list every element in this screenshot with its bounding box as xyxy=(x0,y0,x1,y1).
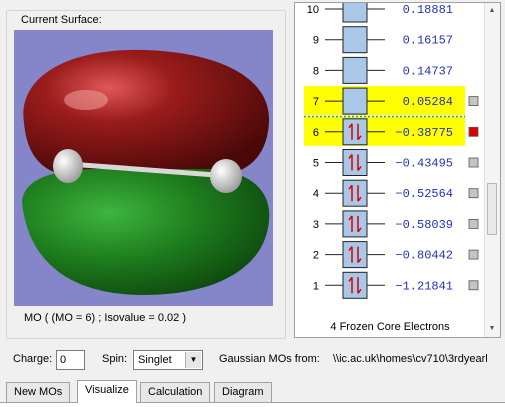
level-index: 10 xyxy=(307,4,319,16)
level-index: 4 xyxy=(313,188,319,200)
mo-level[interactable]: 6 −0.38775 xyxy=(304,116,479,146)
spin-value: Singlet xyxy=(138,354,172,366)
mo-energy-diagram: 10 0.18881 9 0.16157 8 0.14737 7 0.05284 6 −0.387… xyxy=(294,2,501,338)
scroll-down-icon[interactable]: ▼ xyxy=(488,324,496,334)
orbital-box xyxy=(342,149,368,176)
select-marker-icon[interactable] xyxy=(468,249,479,260)
orbital-box xyxy=(342,3,368,23)
source-path: \\ic.ac.uk\homes\cv710\3rdyearl xyxy=(333,353,488,365)
controls-row: Charge: Spin: Singlet ▼ Gaussian MOs fro… xyxy=(0,350,505,372)
tab-new-mos[interactable]: New MOs xyxy=(6,382,71,402)
chevron-down-icon[interactable]: ▼ xyxy=(185,352,201,368)
spin-select[interactable]: Singlet ▼ xyxy=(133,350,203,370)
tab-body xyxy=(0,403,505,407)
charge-input[interactable] xyxy=(56,350,85,370)
orbital-box xyxy=(342,241,368,269)
orbital-box xyxy=(342,179,368,207)
select-marker-icon[interactable] xyxy=(468,157,479,168)
tab-diagram[interactable]: Diagram xyxy=(214,382,272,402)
level-index: 1 xyxy=(313,280,319,292)
level-energy: 0.14737 xyxy=(403,64,453,78)
mo-level[interactable]: 9 0.16157 xyxy=(313,26,453,54)
orbital-box xyxy=(342,87,368,115)
tab-visualize[interactable]: Visualize xyxy=(77,380,137,403)
level-energy: −0.52564 xyxy=(395,187,453,201)
select-marker-icon[interactable] xyxy=(468,280,479,291)
level-index: 7 xyxy=(313,96,319,108)
tab-bar: New MOs Visualize Calculation Diagram xyxy=(0,380,505,407)
level-index: 3 xyxy=(313,219,319,231)
mo-level[interactable]: 7 0.05284 xyxy=(304,86,479,116)
select-marker-icon[interactable] xyxy=(468,96,479,106)
lobe-highlight xyxy=(64,90,108,110)
select-marker-icon[interactable] xyxy=(468,126,479,137)
scroll-up-icon[interactable]: ▲ xyxy=(488,6,496,16)
mo-level[interactable]: 4 −0.52564 xyxy=(313,179,479,207)
level-index: 5 xyxy=(313,158,319,170)
source-label: Gaussian MOs from: xyxy=(219,353,320,365)
mo-caption: MO ( (MO = 6) ; Isovalue = 0.02 ) xyxy=(24,312,186,324)
orbital-box xyxy=(342,26,368,54)
orbital-box xyxy=(342,56,368,84)
level-energy: 0.05284 xyxy=(403,95,453,109)
level-energy: −0.58039 xyxy=(395,218,453,232)
mo-level[interactable]: 1 −1.21841 xyxy=(313,271,479,299)
atom-left xyxy=(53,149,83,183)
orbital-box xyxy=(342,210,368,238)
spin-label: Spin: xyxy=(102,353,128,365)
orbital-box xyxy=(342,271,368,299)
mo-level[interactable]: 3 −0.58039 xyxy=(313,210,479,238)
orbital-box xyxy=(342,118,368,146)
level-energy: −0.43495 xyxy=(395,157,453,171)
select-marker-icon[interactable] xyxy=(468,188,479,199)
level-index: 2 xyxy=(313,250,319,262)
mo-level[interactable]: 2 −0.80442 xyxy=(313,241,479,269)
charge-label: Charge: xyxy=(13,353,53,365)
mo-level[interactable]: 8 0.14737 xyxy=(313,56,453,84)
mo-level[interactable]: 5 −0.43495 xyxy=(313,149,479,176)
mo-level[interactable]: 10 0.18881 xyxy=(307,3,453,23)
level-energy: −0.80442 xyxy=(395,249,453,263)
level-index: 9 xyxy=(313,35,319,47)
level-index: 8 xyxy=(313,65,319,77)
level-index: 6 xyxy=(313,127,319,139)
current-surface-title: Current Surface: xyxy=(19,14,104,26)
level-energy: −0.38775 xyxy=(395,126,453,140)
tab-calculation[interactable]: Calculation xyxy=(140,382,211,402)
level-energy: 0.18881 xyxy=(403,3,453,17)
level-energy: −1.21841 xyxy=(395,279,453,293)
diagram-scrollbar[interactable]: ▲ ▼ xyxy=(484,3,500,337)
level-energy: 0.16157 xyxy=(403,34,453,48)
mo-surface-viewer[interactable] xyxy=(14,30,273,306)
select-marker-icon[interactable] xyxy=(468,218,479,229)
atom-right xyxy=(210,159,242,193)
scroll-thumb[interactable] xyxy=(487,183,497,235)
frozen-core-label: 4 Frozen Core Electrons xyxy=(330,321,450,333)
